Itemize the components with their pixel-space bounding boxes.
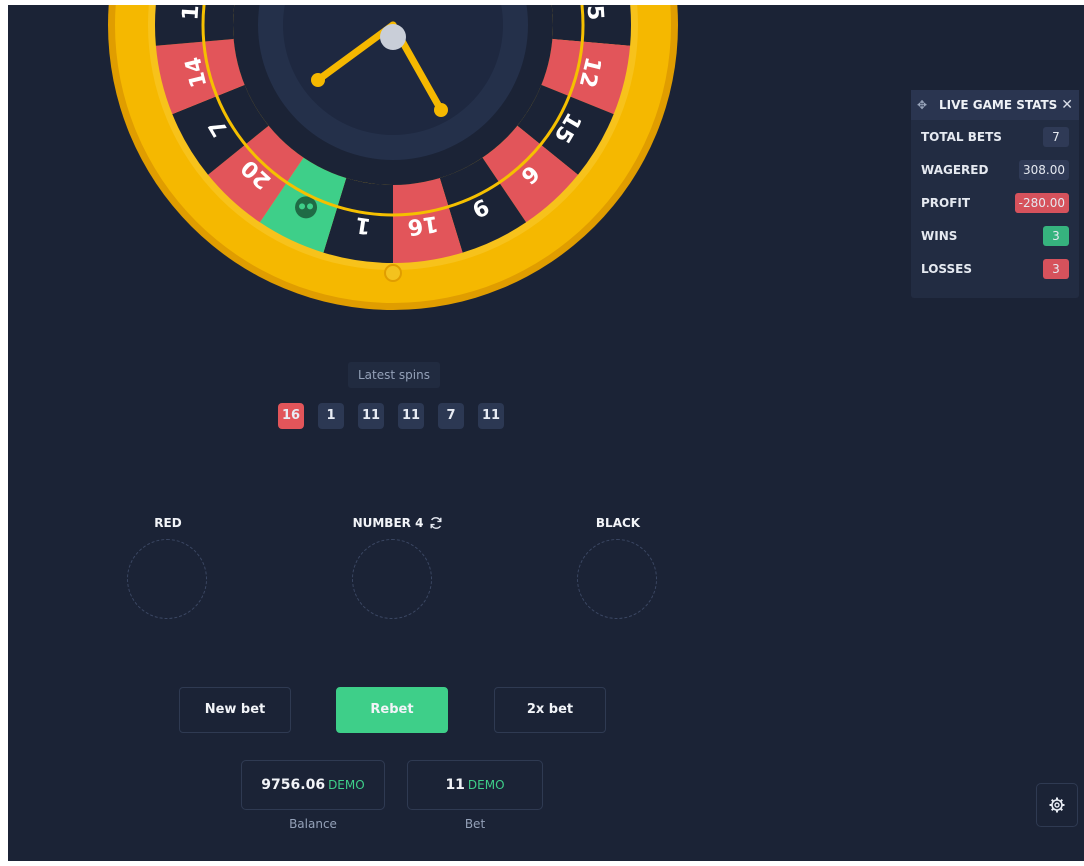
balance-field: 9756.06 DEMO	[241, 760, 385, 810]
stat-label: PROFIT	[921, 195, 971, 210]
wheel-pocket-number: 5	[582, 5, 608, 21]
stat-value: -280.00	[1014, 192, 1069, 213]
number-bet-header: NUMBER 4	[338, 516, 458, 530]
stats-header[interactable]: ✥ LIVE GAME STATS ✕	[911, 90, 1079, 120]
stat-value: 3	[1043, 225, 1069, 246]
skull-icon-eye	[299, 203, 306, 210]
spin-chip: 1	[318, 403, 344, 429]
spin-chip: 11	[478, 403, 504, 429]
roulette-wheel: 5121569161207141	[108, 5, 678, 310]
spin-chip: 7	[438, 403, 464, 429]
close-icon[interactable]: ✕	[1061, 97, 1073, 113]
spin-chip: 16	[278, 403, 304, 429]
balance-value: 9756.06	[261, 777, 326, 793]
refresh-icon[interactable]	[429, 516, 443, 530]
wheel-ball	[384, 264, 402, 282]
settings-button[interactable]	[1036, 783, 1078, 827]
stat-label: TOTAL BETS	[921, 129, 1002, 144]
wheel-spoke-knob	[311, 73, 325, 87]
wheel-spoke-knob	[434, 103, 448, 117]
stats-title: LIVE GAME STATS	[939, 98, 1058, 112]
skull-icon	[295, 196, 318, 219]
new-bet-button[interactable]: New bet	[179, 687, 291, 733]
stat-value: 308.00	[1019, 159, 1069, 180]
number-bet-area[interactable]	[352, 539, 432, 619]
stat-row-total-bets: TOTAL BETS 7	[911, 120, 1079, 153]
bet-caption: Bet	[464, 817, 486, 831]
bet-unit: DEMO	[467, 778, 505, 792]
stat-label: LOSSES	[921, 261, 973, 276]
balance-caption: Balance	[289, 817, 337, 831]
stat-value: 7	[1043, 126, 1069, 147]
stat-label: WINS	[921, 228, 958, 243]
move-icon[interactable]: ✥	[917, 98, 939, 112]
gear-icon	[1049, 797, 1065, 813]
rebet-button[interactable]: Rebet	[336, 687, 448, 733]
balance-unit: DEMO	[328, 778, 365, 792]
stat-label: WAGERED	[921, 162, 989, 177]
wheel-center-cap	[380, 24, 406, 50]
black-bet-area[interactable]	[577, 539, 657, 619]
game-stage: 5 12 15 6 9 16 1 20 7 14 1 Latest spins 16 1 11 11…	[8, 5, 1084, 861]
red-bet-label: RED	[154, 516, 182, 530]
stat-row-wins: WINS 3	[911, 219, 1079, 252]
latest-spins-list: 16 1 11 11 7 11	[278, 403, 504, 429]
number-bet-label: NUMBER 4	[352, 516, 424, 530]
spin-chip: 11	[398, 403, 424, 429]
red-bet-area[interactable]	[127, 539, 207, 619]
stat-value: 3	[1043, 258, 1069, 279]
stat-row-losses: LOSSES 3	[911, 252, 1079, 285]
live-game-stats-panel: ✥ LIVE GAME STATS ✕ TOTAL BETS 7 WAGERED…	[911, 90, 1079, 298]
stat-row-wagered: WAGERED 308.00	[911, 153, 1079, 186]
spin-chip: 11	[358, 403, 384, 429]
wheel-pocket-number: 1	[178, 5, 204, 21]
double-bet-button[interactable]: 2x bet	[494, 687, 606, 733]
black-bet-label: BLACK	[595, 516, 641, 530]
bet-field[interactable]: 11 DEMO	[407, 760, 543, 810]
stat-row-profit: PROFIT -280.00	[911, 186, 1079, 219]
bet-value: 11	[445, 777, 465, 793]
skull-icon-eye	[307, 203, 314, 210]
latest-spins-label: Latest spins	[348, 362, 440, 388]
